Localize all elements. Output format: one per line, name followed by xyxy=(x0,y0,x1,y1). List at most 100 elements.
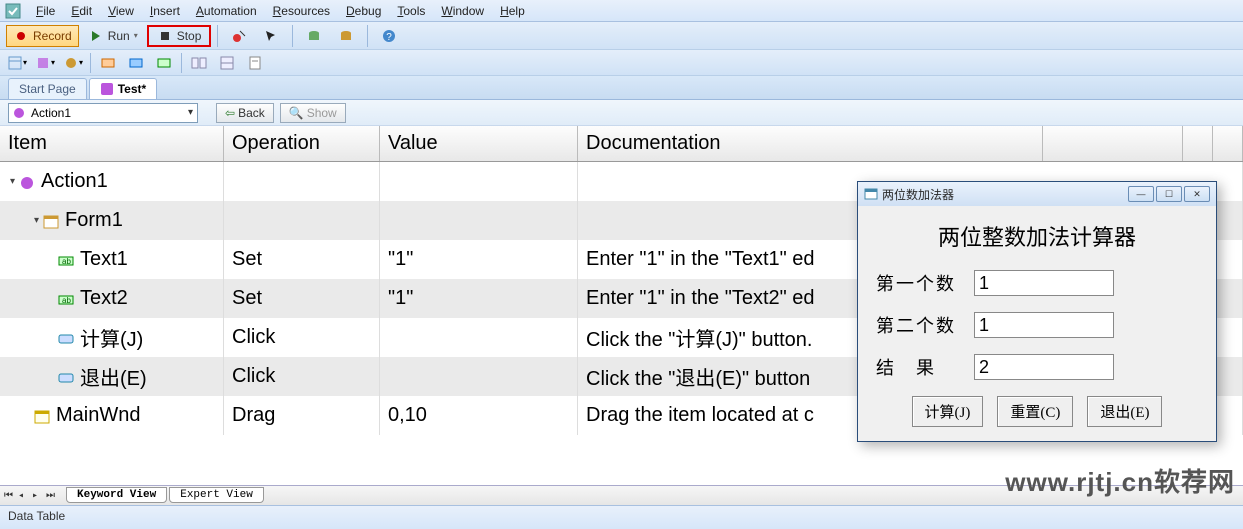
input-result[interactable] xyxy=(974,354,1114,380)
operation-cell: Set xyxy=(224,279,380,318)
tab-start-page[interactable]: Start Page xyxy=(8,78,87,99)
value-cell: "1" xyxy=(380,279,578,318)
pointer-icon xyxy=(263,28,279,44)
magnifier-icon: 🔍 xyxy=(289,106,304,120)
calculator-window: 两位数加法器 ― ☐ ✕ 两位整数加法计算器 第一个数 第二个数 结 果 计算(… xyxy=(857,181,1217,442)
nav-next[interactable]: ▸ xyxy=(32,490,44,502)
tab-keyword-view[interactable]: Keyword View xyxy=(66,487,167,503)
operation-cell xyxy=(224,162,380,201)
item-name: Text1 xyxy=(80,248,128,271)
collapse-icon[interactable]: ▾ xyxy=(10,176,15,187)
menubar: File Edit View Insert Automation Resourc… xyxy=(0,0,1243,22)
record-label: Record xyxy=(33,29,72,43)
tool-db[interactable] xyxy=(299,25,329,47)
col-documentation[interactable]: Documentation xyxy=(578,126,1043,161)
calculator-heading: 两位整数加法计算器 xyxy=(876,220,1198,252)
col-item[interactable]: Item xyxy=(0,126,224,161)
input-num2[interactable] xyxy=(974,312,1114,338)
close-button[interactable]: ✕ xyxy=(1184,186,1210,202)
col-extra2[interactable] xyxy=(1183,126,1213,161)
test-icon xyxy=(100,82,114,96)
menu-debug[interactable]: Debug xyxy=(338,2,389,20)
value-cell xyxy=(380,357,578,396)
tool-cursor-2[interactable] xyxy=(256,25,286,47)
menu-window[interactable]: Window xyxy=(433,2,492,20)
reset-button[interactable]: 重置(C) xyxy=(997,396,1073,427)
stb-5[interactable] xyxy=(125,52,147,74)
stop-button[interactable]: Stop xyxy=(147,25,212,47)
stop-label: Stop xyxy=(177,29,202,43)
grid-header: Item Operation Value Documentation xyxy=(0,126,1243,162)
col-extra1[interactable] xyxy=(1043,126,1183,161)
nav-prev[interactable]: ◂ xyxy=(18,490,30,502)
help-icon: ? xyxy=(381,28,397,44)
maximize-button[interactable]: ☐ xyxy=(1156,186,1182,202)
tool-cursor-1[interactable] xyxy=(224,25,254,47)
record-button[interactable]: Record xyxy=(6,25,79,47)
menu-edit[interactable]: Edit xyxy=(63,2,100,20)
tool-db2[interactable] xyxy=(331,25,361,47)
stb-2[interactable]: ▾ xyxy=(34,52,56,74)
stb-7[interactable] xyxy=(188,52,210,74)
exit-button[interactable]: 退出(E) xyxy=(1087,396,1162,427)
item-name: Form1 xyxy=(65,209,123,232)
tab-expert-view[interactable]: Expert View xyxy=(169,487,264,503)
collapse-icon[interactable]: ▾ xyxy=(34,215,39,226)
tab-test[interactable]: Test* xyxy=(89,78,157,99)
db-icon xyxy=(306,28,322,44)
nav-first[interactable]: ⏮ xyxy=(4,490,16,502)
svg-text:?: ? xyxy=(387,32,393,43)
label-num2: 第二个数 xyxy=(876,312,956,338)
stb-3[interactable]: ▾ xyxy=(62,52,84,74)
button-icon xyxy=(58,369,74,385)
menu-tools[interactable]: Tools xyxy=(389,2,433,20)
svg-text:ab: ab xyxy=(62,257,71,266)
window-icon xyxy=(864,187,878,201)
item-name: Text2 xyxy=(80,287,128,310)
input-num1[interactable] xyxy=(974,270,1114,296)
operation-cell: Set xyxy=(224,240,380,279)
tool-help[interactable]: ? xyxy=(374,25,404,47)
arrow-left-icon: ⇦ xyxy=(225,106,235,120)
secondary-toolbar: ▾ ▾ ▾ xyxy=(0,50,1243,76)
window-titlebar[interactable]: 两位数加法器 ― ☐ ✕ xyxy=(858,182,1216,206)
text-icon: ab xyxy=(58,252,74,268)
main-toolbar: Record Run ▾ Stop ? xyxy=(0,22,1243,50)
operation-cell xyxy=(224,201,380,240)
stb-6[interactable] xyxy=(153,52,175,74)
col-extra3[interactable] xyxy=(1213,126,1243,161)
db-icon-2 xyxy=(338,28,354,44)
window-icon xyxy=(34,408,50,424)
menu-file[interactable]: File xyxy=(28,2,63,20)
stb-4[interactable] xyxy=(97,52,119,74)
data-table-panel[interactable]: Data Table xyxy=(0,505,1243,529)
record-icon xyxy=(13,28,29,44)
menu-view[interactable]: View xyxy=(100,2,142,20)
col-operation[interactable]: Operation xyxy=(224,126,380,161)
label-result: 结 果 xyxy=(876,354,956,380)
stb-1[interactable]: ▾ xyxy=(6,52,28,74)
operation-cell: Click xyxy=(224,318,380,357)
calc-button[interactable]: 计算(J) xyxy=(912,396,984,427)
view-tabstrip: ⏮ ◂ ▸ ⏭ Keyword View Expert View xyxy=(0,485,1243,505)
show-button[interactable]: 🔍 Show xyxy=(280,103,346,123)
action-selector[interactable]: Action1 xyxy=(8,103,198,123)
menu-automation[interactable]: Automation xyxy=(188,2,265,20)
label-num1: 第一个数 xyxy=(876,270,956,296)
nav-last[interactable]: ⏭ xyxy=(46,490,58,502)
back-button[interactable]: ⇦ Back xyxy=(216,103,274,123)
stb-8[interactable] xyxy=(216,52,238,74)
svg-text:ab: ab xyxy=(62,296,71,305)
col-value[interactable]: Value xyxy=(380,126,578,161)
item-name: MainWnd xyxy=(56,404,140,427)
menu-insert[interactable]: Insert xyxy=(142,2,188,20)
stb-9[interactable] xyxy=(244,52,266,74)
run-button[interactable]: Run ▾ xyxy=(81,25,145,47)
minimize-button[interactable]: ― xyxy=(1128,186,1154,202)
menu-resources[interactable]: Resources xyxy=(265,2,338,20)
form-icon xyxy=(43,213,59,229)
action-icon xyxy=(19,174,35,190)
operation-cell: Drag xyxy=(224,396,380,435)
menu-help[interactable]: Help xyxy=(492,2,533,20)
operation-cell: Click xyxy=(224,357,380,396)
